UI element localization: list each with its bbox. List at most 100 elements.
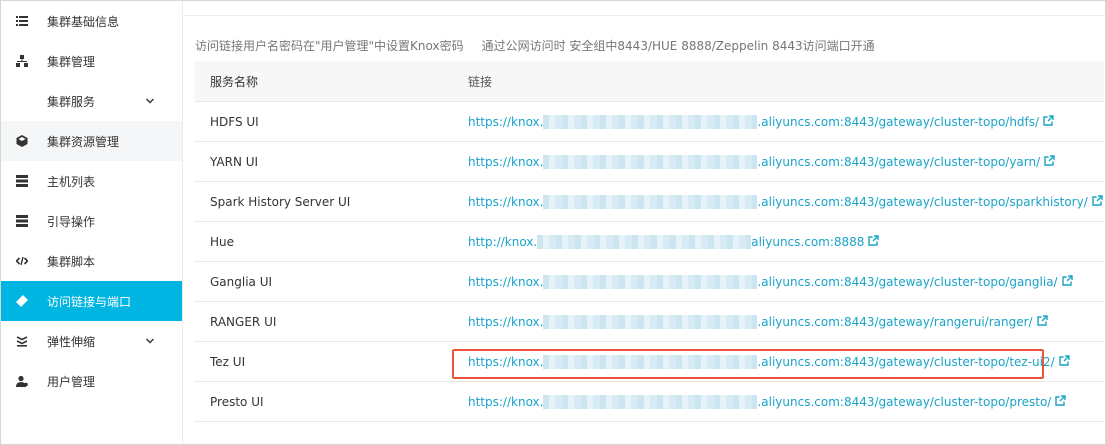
- link-suffix: aliyuncs.com:8888: [751, 234, 865, 249]
- external-link-icon[interactable]: [1051, 394, 1067, 409]
- service-link[interactable]: https://knox. .aliyuncs.com:8443/gateway/…: [468, 394, 1052, 409]
- service-name: Spark History Server UI: [210, 194, 351, 209]
- link-prefix: https://knox.: [468, 114, 544, 129]
- notice-part-2: 通过公网访问时 安全组中8443/HUE 8888/Zeppelin 8443访…: [481, 39, 875, 53]
- notice-text: 访问链接用户名密码在"用户管理"中设置Knox密码 通过公网访问时 安全组中844…: [195, 37, 875, 54]
- link-suffix: .aliyuncs.com:8443/gateway/cluster-topo/…: [757, 154, 1041, 169]
- redacted-host: [543, 314, 758, 329]
- external-link-icon[interactable]: [1058, 274, 1073, 289]
- link-prefix: https://knox.: [468, 274, 544, 289]
- server-icon: [15, 174, 29, 188]
- link-suffix: .aliyuncs.com:8443/gateway/cluster-topo/…: [757, 274, 1058, 289]
- service-link[interactable]: https://knox. .aliyuncs.com:8443/gateway/…: [468, 314, 1033, 329]
- sidebar-item-label: 集群基础信息: [47, 14, 120, 29]
- sidebar-item-label: 集群脚本: [47, 254, 96, 269]
- user-icon: [15, 374, 29, 388]
- app-frame: 集群基础信息 集群管理集群服务集群资源管理 主机列表引导操作集群脚本访问链接与端口弹…: [0, 0, 1106, 445]
- link-suffix: .aliyuncs.com:8443/gateway/cluster-topo/…: [757, 114, 1040, 129]
- service-link[interactable]: https://knox. .aliyuncs.com:8443/gateway/…: [468, 274, 1058, 289]
- link-cell: https://knox. .aliyuncs.com:8443/gateway/…: [452, 314, 1104, 329]
- notice-part-1: 访问链接用户名密码在"用户管理"中设置Knox密码: [195, 39, 464, 53]
- link-cell: https://knox. .aliyuncs.com:8443/gateway/…: [452, 154, 1104, 169]
- highlight-box: [452, 349, 1044, 379]
- link-prefix: https://knox.: [468, 394, 544, 409]
- table-header: 服务名称 链接: [194, 61, 1104, 102]
- table-row: HDFS UI https://knox. .aliyuncs.com:8443/g…: [194, 102, 1104, 142]
- service-link[interactable]: https://knox. .aliyuncs.com:8443/gateway/…: [468, 194, 1088, 209]
- service-name: HDFS UI: [210, 114, 259, 129]
- sidebar-item-label: 集群服务: [47, 94, 96, 109]
- scale-icon: [15, 334, 29, 348]
- link-icon: [15, 294, 29, 308]
- code-icon: [15, 254, 29, 268]
- sidebar-item-5[interactable]: 引导操作: [1, 201, 182, 241]
- link-cell: https://knox. .aliyuncs.com:8443/gateway/…: [452, 274, 1104, 289]
- service-name: YARN UI: [210, 154, 259, 169]
- sidebar-item-2[interactable]: 集群服务: [1, 81, 182, 121]
- sidebar-item-7[interactable]: 访问链接与端口: [1, 281, 182, 321]
- sidebar-item-1[interactable]: 集群管理: [1, 41, 182, 81]
- sidebar-item-9[interactable]: 用户管理: [1, 361, 182, 401]
- divider: [183, 15, 1105, 16]
- redacted-host: [537, 234, 752, 249]
- sidebar-item-label: 用户管理: [47, 374, 96, 389]
- link-suffix: .aliyuncs.com:8443/gateway/cluster-topo/…: [757, 194, 1088, 209]
- table-row: YARN UI https://knox. .aliyuncs.com:8443/g…: [194, 142, 1104, 182]
- redacted-host: [543, 274, 758, 289]
- link-suffix: .aliyuncs.com:8443/gateway/cluster-topo/…: [757, 394, 1052, 409]
- server-icon: [15, 214, 29, 228]
- table-row: Presto UI https://knox. .aliyuncs.com:8443…: [194, 382, 1104, 422]
- service-name: Presto UI: [210, 394, 264, 409]
- service-name: RANGER UI: [210, 314, 277, 329]
- link-prefix: https://knox.: [468, 314, 544, 329]
- service-name: Hue: [210, 234, 235, 249]
- sidebar-item-label: 弹性伸缩: [47, 334, 96, 349]
- sidebar-item-label: 主机列表: [47, 174, 96, 189]
- sidebar-item-label: 集群资源管理: [47, 134, 120, 149]
- service-name: Tez UI: [210, 354, 246, 369]
- external-link-icon[interactable]: [1039, 114, 1054, 129]
- table-row: RANGER UI https://knox. .aliyuncs.com:8443…: [194, 302, 1104, 342]
- service-name: Ganglia UI: [210, 274, 273, 289]
- link-cell: https://knox. .aliyuncs.com:8443/gateway/…: [452, 194, 1104, 209]
- cluster-icon: [15, 54, 29, 68]
- service-link[interactable]: http://knox. aliyuncs.com:8888: [468, 234, 865, 249]
- header-service-name: 服务名称: [210, 74, 259, 89]
- external-link-icon[interactable]: [864, 234, 880, 249]
- sidebar-item-4[interactable]: 主机列表: [1, 161, 182, 201]
- table-row: Hue http://knox. aliyuncs.com:8888: [194, 222, 1104, 262]
- redacted-host: [543, 154, 758, 169]
- service-link[interactable]: https://knox. .aliyuncs.com:8443/gateway/…: [468, 154, 1041, 169]
- sidebar-item-label: 访问链接与端口: [47, 294, 132, 309]
- sidebar-item-6[interactable]: 集群脚本: [1, 241, 182, 281]
- link-suffix: .aliyuncs.com:8443/gateway/rangerui/rang…: [757, 314, 1033, 329]
- link-cell: https://knox. .aliyuncs.com:8443/gateway/…: [452, 114, 1104, 129]
- link-prefix: http://knox.: [468, 234, 538, 249]
- list-icon: [15, 14, 29, 28]
- sidebar: 集群基础信息 集群管理集群服务集群资源管理 主机列表引导操作集群脚本访问链接与端口弹…: [1, 1, 183, 444]
- redacted-host: [543, 114, 758, 129]
- sidebar-item-8[interactable]: 弹性伸缩: [1, 321, 182, 361]
- sidebar-item-label: 引导操作: [47, 214, 96, 229]
- external-link-icon[interactable]: [1040, 154, 1055, 169]
- redacted-host: [543, 394, 758, 409]
- sidebar-item-0[interactable]: 集群基础信息: [1, 1, 182, 41]
- table-row: Spark History Server UI https://knox. .ali…: [194, 182, 1104, 222]
- link-cell: http://knox. aliyuncs.com:8888: [452, 234, 1104, 249]
- link-prefix: https://knox.: [468, 194, 544, 209]
- sidebar-item-label: 集群管理: [47, 54, 96, 69]
- chevron-down-icon[interactable]: [144, 336, 156, 346]
- header-link: 链接: [468, 74, 493, 89]
- redacted-host: [543, 194, 758, 209]
- external-link-icon[interactable]: [1088, 194, 1103, 209]
- external-link-icon[interactable]: [1033, 314, 1048, 329]
- chevron-down-icon[interactable]: [144, 96, 156, 106]
- service-link[interactable]: https://knox. .aliyuncs.com:8443/gateway/…: [468, 114, 1040, 129]
- table-row: Ganglia UI https://knox. .aliyuncs.com:844…: [194, 262, 1104, 302]
- sidebar-nav: 集群基础信息 集群管理集群服务集群资源管理 主机列表引导操作集群脚本访问链接与端口弹…: [1, 1, 182, 401]
- sidebar-item-3[interactable]: 集群资源管理: [1, 121, 182, 161]
- cube-icon: [15, 134, 29, 148]
- link-cell: https://knox. .aliyuncs.com:8443/gateway/…: [452, 394, 1104, 409]
- external-link-icon[interactable]: [1055, 354, 1070, 369]
- link-prefix: https://knox.: [468, 154, 544, 169]
